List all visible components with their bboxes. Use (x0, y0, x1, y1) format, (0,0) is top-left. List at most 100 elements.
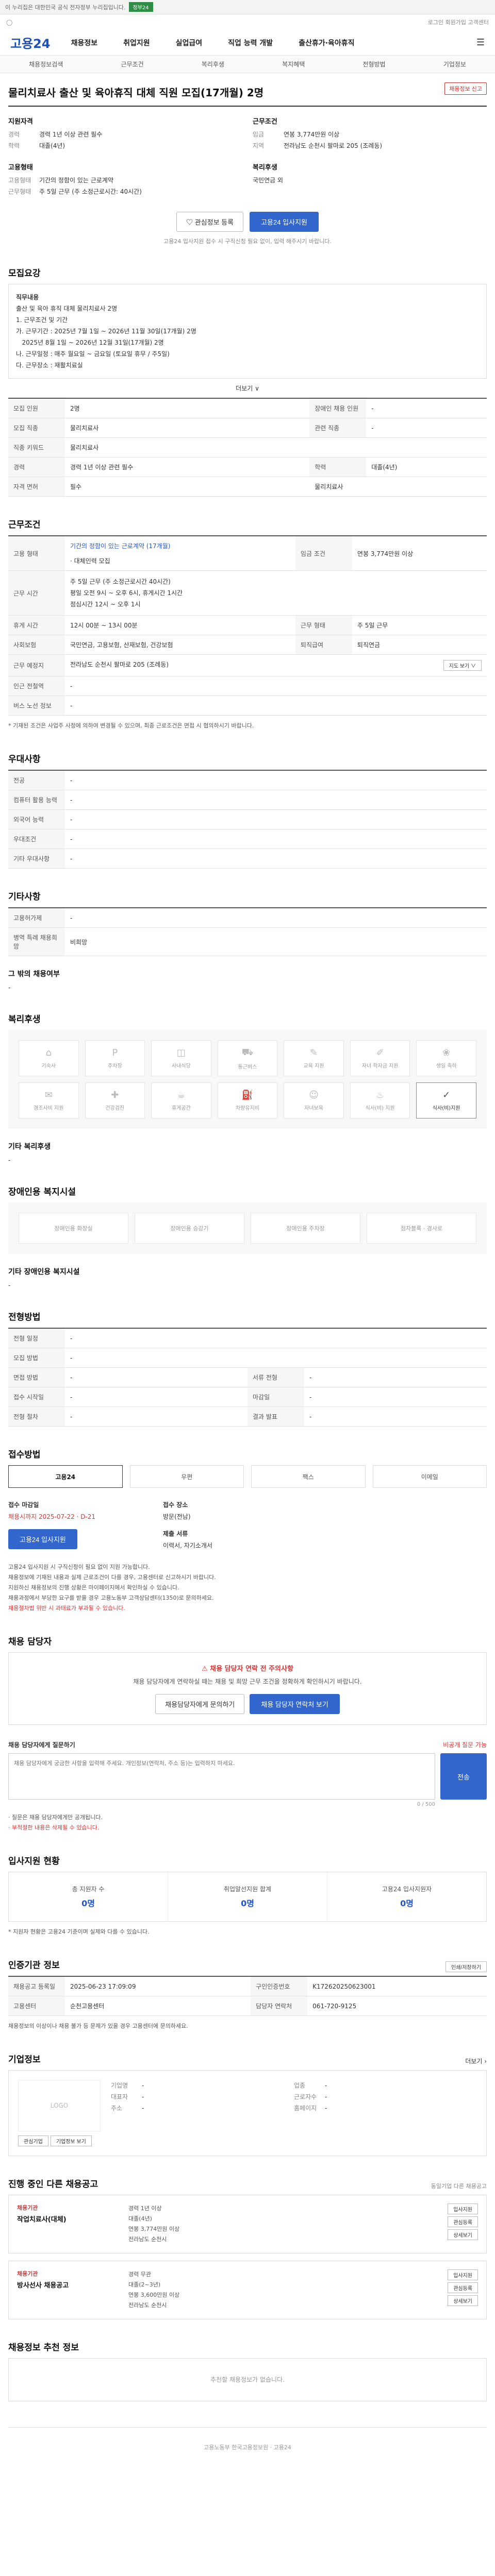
table-row: 근무 시간 주 5일 근무 (주 소정근로시간 40시간) 평일 오전 9시 ~ … (8, 570, 487, 616)
receipt-methods: 고용24 우편 팩스 이메일 (8, 1465, 487, 1488)
company-val: - (325, 2082, 327, 2089)
welfare-item: ⌂ 기숙사 (19, 1040, 79, 1076)
cell-key: 고용 형태 (8, 536, 65, 571)
related-view-button[interactable]: 상세보기 (448, 2229, 478, 2240)
related-apply-button[interactable]: 입사지원 (448, 2204, 478, 2214)
stat-item: 총 지원자 수 0명 (9, 1872, 168, 1921)
cell-val: 퇴직연금 (352, 635, 487, 655)
welfare-icon: ✉ (44, 1090, 53, 1100)
related-line: 대졸(4년) (128, 2215, 152, 2222)
gnb-item-3[interactable]: 직업 능력 개발 (228, 38, 273, 48)
contact-view-button[interactable]: 채용 담당자 연락처 보기 (250, 1694, 340, 1714)
cell-val: 2025-06-23 17:09:09 (65, 1976, 251, 1996)
stat-item: 고용24 입사지원자 0명 (327, 1872, 486, 1921)
cell-key: 버스 노선 정보 (8, 696, 65, 716)
cell-val: 순천고용센터 (65, 1996, 251, 2016)
receipt-apply-button[interactable]: 고용24 입사지원 (8, 1529, 77, 1549)
job-title: 물리치료사 출산 및 육아휴직 대체 직원 모집(17개월) 2명 (8, 87, 264, 99)
subnav-item-0[interactable]: 채용정보검색 (29, 60, 63, 69)
receipt-detail: 접수 마감일 채용시까지 2025-07-22 · D-21 고용24 입사지원… (8, 1500, 487, 1550)
map-button[interactable]: 지도 보기 ∨ (443, 660, 482, 671)
cell-key: 모집 방법 (8, 1348, 65, 1368)
etc-section: 기타사항 고용허가제 - 병역 특례 채용희망 비희망 그 밖의 채용여부 - (8, 889, 487, 991)
ask-send-button[interactable]: 전송 (440, 1753, 487, 1800)
related-apply-button[interactable]: 입사지원 (448, 2269, 478, 2280)
company-follow-button[interactable]: 관심기업 (18, 2136, 48, 2146)
applicant-key-0: 경력 (8, 131, 20, 138)
site-logo[interactable]: 고용24 (10, 33, 51, 52)
list-item[interactable]: 채용기관 방사선사 채용공고 경력 무관 대졸(2~3년) 연봉 3,600만원 … (8, 2261, 487, 2319)
related-scrap-button[interactable]: 관심등록 (448, 2282, 478, 2293)
related-job-title[interactable]: 작업치료사(대체) (17, 2214, 120, 2224)
welfare-label: 주차장 (108, 1063, 122, 1069)
print-button[interactable]: 인쇄/저장하기 (446, 1961, 487, 1972)
cell-val: 경력 1년 이상 관련 필수 (65, 457, 310, 477)
cell-key: 모집 인원 (8, 398, 65, 418)
welfare-item: ⛟ 통근버스 (217, 1040, 278, 1076)
subnav-item-3[interactable]: 복지혜택 (282, 60, 305, 69)
scrap-button[interactable]: ♡ 관심정보 등록 (176, 212, 244, 232)
prefer-title: 우대사항 (8, 754, 41, 765)
welfare-label: 기숙사 (41, 1063, 56, 1069)
contact-section: 채용 담당자 ⚠ 채용 담당자 연락 전 주의사항 채용 담당자에게 연락하실 … (8, 1634, 487, 1833)
receipt-section: 접수방법 고용24 우편 팩스 이메일 접수 마감일 채용시까지 2025-07… (8, 1447, 487, 1614)
gnb-item-0[interactable]: 채용정보 (71, 38, 98, 48)
gov-badge[interactable]: 정부24 (128, 2, 153, 12)
cell-val: - (366, 418, 487, 438)
site-footer: 고용노동부 한국고용정보원 · 고용24 (8, 2427, 487, 2462)
company-info-button[interactable]: 기업정보 보기 (50, 2136, 92, 2146)
cell-val: 물리치료사 (65, 437, 487, 457)
subnav-item-1[interactable]: 근무조건 (121, 60, 143, 69)
welfare-icon: ⛽ (241, 1090, 254, 1100)
place-val: 방문(전남) (163, 1513, 191, 1520)
list-item[interactable]: 채용기관 작업치료사(대체) 경력 1년 이상 대졸(4년) 연봉 3,774만원… (8, 2195, 487, 2253)
welfare-item: ✓ 식사(비)지원 (416, 1082, 476, 1118)
welfare-summary-val: 국민연금 외 (253, 177, 284, 184)
info-section: 인증기관 정보 인쇄/저장하기 채용공고 등록일 2025-06-23 17:09… (8, 1958, 487, 2031)
menu-icon[interactable]: ☰ (476, 37, 485, 48)
report-button[interactable]: 채용정보 신고 (444, 82, 487, 95)
related-line: 경력 무관 (128, 2271, 151, 2278)
cell-val: 대졸(4년) (366, 457, 487, 477)
address-val: 전라남도 순천시 팔마로 205 (조례동) (70, 661, 169, 668)
cell-key: 기타 우대사항 (8, 849, 65, 869)
company-more[interactable]: 더보기 › (465, 2057, 487, 2065)
table-row: 접수 시작일 - 마감일 - (8, 1387, 487, 1407)
related-scrap-button[interactable]: 관심등록 (448, 2216, 478, 2227)
cell-val: 2명 (65, 398, 310, 418)
subnav-item-5[interactable]: 기업정보 (443, 60, 466, 69)
home-icon[interactable]: ◯ (6, 19, 12, 26)
apply-button[interactable]: 고용24 입사지원 (250, 212, 319, 232)
welfare-label: 차량유지비 (235, 1106, 259, 1111)
company-title: 기업정보 (8, 2055, 41, 2065)
contact-warn-sub: 채용 담당자에게 연락하실 때는 채용 및 희망 근무 조건을 정확하게 확인하… (133, 1678, 362, 1685)
related-view-button[interactable]: 상세보기 (448, 2295, 478, 2306)
related-line: 전라남도 순천시 (128, 2302, 167, 2309)
welfare-label: 자녀보육 (304, 1106, 323, 1111)
stat-value: 0명 (400, 1899, 414, 1908)
duty-line-1: 1. 근무조건 및 기간 (16, 316, 68, 324)
cell-val: - (65, 770, 487, 790)
contact-ask-button[interactable]: 채용담당자에게 문의하기 (155, 1694, 245, 1714)
more-button[interactable]: 더보기 ∨ (8, 384, 487, 393)
hours-sub-1: 평일 오전 9시 ~ 오후 6시, 휴게시간 1시간 (70, 589, 183, 597)
gnb-item-1[interactable]: 취업지원 (123, 38, 150, 48)
welfare-icon: ☺ (309, 1090, 319, 1100)
welfare-item: ♨ 식사(비) 지원 (350, 1082, 410, 1118)
cell-val: 연봉 3,774만원 이상 (352, 536, 487, 571)
recommend-empty: 추천할 채용정보가 없습니다. (8, 2358, 487, 2401)
util-links[interactable]: 로그인 회원가입 고객센터 (428, 18, 489, 26)
cell-val: - (65, 1348, 487, 1368)
ask-input[interactable] (8, 1753, 435, 1800)
gnb-item-2[interactable]: 실업급여 (176, 38, 203, 48)
welfare-label: 식사(비)지원 (432, 1106, 460, 1111)
gnb-item-4[interactable]: 출산휴가·육아휴직 (299, 38, 354, 48)
cell-val: 필수 (65, 477, 310, 497)
info-title: 인증기관 정보 (8, 1960, 60, 1971)
subnav-item-2[interactable]: 복리후생 (202, 60, 224, 69)
cell-key: 전공 (8, 770, 65, 790)
subnav-item-4[interactable]: 전형방법 (362, 60, 385, 69)
related-job-title[interactable]: 방사선사 채용공고 (17, 2280, 120, 2290)
receipt-note-1: 채용정보에 기재된 내용과 실제 근로조건이 다를 경우, 고용센터로 신고하시… (8, 1574, 216, 1581)
welfare-icon: ⛟ (241, 1046, 254, 1058)
